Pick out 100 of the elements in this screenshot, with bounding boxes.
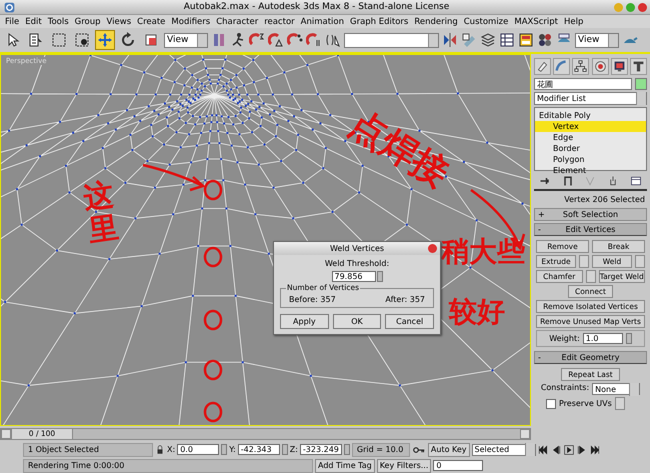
settings-button[interactable] bbox=[586, 270, 596, 283]
panel-tab[interactable] bbox=[630, 58, 647, 74]
menu-item[interactable]: Edit bbox=[22, 16, 45, 26]
spinner-arrows[interactable] bbox=[282, 444, 288, 455]
dialog-button[interactable]: OK bbox=[332, 314, 382, 329]
mirror-icon bbox=[442, 32, 458, 48]
stack-item[interactable]: Element bbox=[535, 165, 646, 176]
grid-status: Grid = 10.0 bbox=[352, 442, 410, 456]
menu-item[interactable]: Views bbox=[104, 16, 134, 26]
menu-item[interactable]: Modifiers bbox=[168, 16, 214, 26]
rollout-toggle: - bbox=[538, 225, 548, 234]
menu-item[interactable]: MAXScript bbox=[511, 16, 561, 26]
zoom-button[interactable] bbox=[626, 2, 635, 12]
frame-field[interactable]: 0 bbox=[433, 460, 484, 471]
key-mode-dropdown[interactable]: Selected bbox=[472, 444, 536, 456]
view-dropdown[interactable]: View bbox=[164, 32, 208, 48]
field-label: Weld Threshold: bbox=[324, 259, 390, 268]
menu-item[interactable]: Group bbox=[72, 16, 104, 26]
color-swatch[interactable] bbox=[635, 78, 647, 90]
menu-item[interactable]: Tools bbox=[44, 16, 72, 26]
window-title: Autobak2.max - Autodesk 3ds Max 8 - Stand-alone License bbox=[182, 2, 450, 12]
close-button[interactable] bbox=[638, 2, 647, 12]
motion-icon bbox=[594, 60, 607, 72]
field-label: Constraints: bbox=[540, 383, 590, 394]
spinner-arrows[interactable] bbox=[344, 444, 350, 455]
menu-item[interactable]: Create bbox=[134, 16, 168, 26]
magnet-icon bbox=[249, 32, 265, 48]
rollout-header[interactable]: + Soft Selection bbox=[534, 208, 647, 221]
rollout-header[interactable]: - Edit Geometry bbox=[534, 351, 647, 364]
rollout-header[interactable]: - Edit Vertices bbox=[534, 223, 647, 236]
constraints-dropdown[interactable]: None bbox=[592, 383, 640, 395]
checkbox[interactable] bbox=[546, 398, 556, 408]
rollout-toggle: - bbox=[538, 353, 548, 362]
dialog-button[interactable]: Apply bbox=[280, 314, 329, 329]
rollout-title: Edit Geometry bbox=[560, 353, 620, 362]
settings-button[interactable] bbox=[579, 255, 589, 268]
panel-tab[interactable] bbox=[592, 58, 609, 74]
panel-tab[interactable] bbox=[572, 58, 590, 74]
selection-info: Vertex 206 Selected bbox=[563, 194, 646, 206]
play-icon bbox=[564, 444, 574, 454]
rotate-icon bbox=[120, 32, 136, 48]
stack-item[interactable]: Edge bbox=[535, 132, 646, 143]
after-count: After: 357 bbox=[385, 295, 425, 304]
stack-item[interactable]: Polygon bbox=[535, 154, 646, 165]
settings-button[interactable] bbox=[614, 397, 625, 410]
panel-tab[interactable] bbox=[610, 58, 628, 74]
modifier-list-dropdown[interactable]: Modifier List bbox=[534, 92, 647, 105]
hammer-icon bbox=[632, 60, 645, 72]
configure-icon bbox=[630, 175, 642, 187]
threshold-field[interactable]: 79.856 bbox=[332, 271, 376, 282]
menu-item[interactable]: Customize bbox=[460, 16, 512, 26]
magnet-icon bbox=[306, 32, 322, 48]
braces-icon bbox=[325, 32, 341, 48]
scroll-right-button[interactable] bbox=[520, 428, 530, 438]
magnet-icon bbox=[287, 32, 303, 48]
panel-tab[interactable] bbox=[534, 58, 551, 74]
menu-item[interactable]: Character bbox=[213, 16, 262, 26]
menu-item[interactable]: Rendering bbox=[411, 16, 461, 26]
dialog-button[interactable]: Cancel bbox=[385, 314, 434, 329]
field-label: Weight: bbox=[549, 334, 580, 343]
circle-mark bbox=[204, 180, 222, 200]
pillar-icon bbox=[562, 175, 574, 187]
menu-item[interactable]: Help bbox=[561, 16, 586, 26]
figure-icon bbox=[230, 32, 246, 48]
spinner-arrows[interactable] bbox=[376, 271, 382, 282]
add-time-tag-button[interactable]: Add Time Tag bbox=[315, 458, 375, 472]
menu-item[interactable]: reactor bbox=[261, 16, 298, 26]
menu-item[interactable]: Animation bbox=[298, 16, 347, 26]
close-button[interactable] bbox=[428, 244, 437, 253]
handwritten-note: 点焊接 bbox=[341, 102, 456, 198]
coordinate-field[interactable]: -323.249 bbox=[300, 444, 342, 455]
weight-field[interactable]: 1.0 bbox=[582, 333, 623, 344]
arrow-mark bbox=[142, 164, 206, 192]
dashed-rectangle-icon bbox=[51, 32, 67, 48]
coordinate-field[interactable]: -42.343 bbox=[238, 444, 280, 455]
object-name-field[interactable]: 花圃 bbox=[534, 78, 632, 90]
stack-item[interactable]: Vertex bbox=[535, 121, 646, 132]
stack-item[interactable]: Editable Poly bbox=[535, 110, 646, 121]
align-icon bbox=[461, 32, 477, 48]
stack-item[interactable]: Border bbox=[535, 143, 646, 154]
menu-item[interactable]: File bbox=[2, 16, 22, 26]
coordinate-field[interactable]: 0.0 bbox=[177, 444, 220, 455]
spinner-arrows[interactable] bbox=[626, 333, 632, 344]
lock-icon bbox=[155, 444, 165, 454]
spinner-arrows[interactable] bbox=[221, 444, 228, 455]
scroll-left-button[interactable] bbox=[1, 428, 11, 438]
handwritten-note: 较好 bbox=[449, 294, 505, 330]
view-dropdown[interactable]: View bbox=[575, 32, 619, 48]
selection-set-dropdown[interactable] bbox=[344, 32, 439, 48]
key-filters-button[interactable]: Key Filters... bbox=[376, 458, 432, 472]
auto-key-button[interactable]: Auto Key bbox=[428, 442, 470, 456]
settings-button[interactable] bbox=[635, 255, 645, 268]
circle-mark bbox=[204, 360, 222, 380]
table-icon bbox=[499, 32, 515, 48]
skip-start-icon bbox=[538, 444, 548, 454]
before-count: Before: 357 bbox=[289, 295, 336, 304]
menu-item[interactable]: Graph Editors bbox=[346, 16, 412, 26]
circle-mark bbox=[204, 310, 222, 330]
spheres-icon bbox=[537, 32, 553, 48]
rollout-title: Soft Selection bbox=[562, 210, 620, 219]
